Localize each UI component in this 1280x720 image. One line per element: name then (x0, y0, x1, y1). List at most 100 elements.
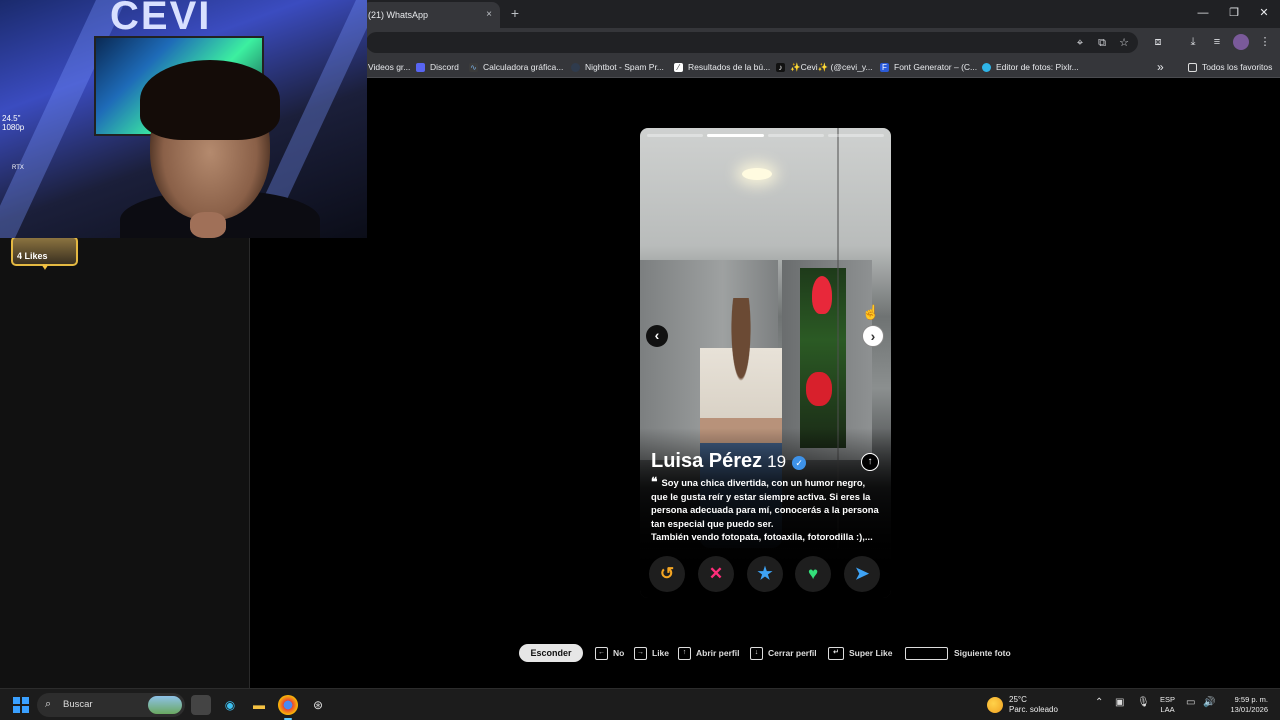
arrow-left-key-icon: ← (595, 646, 608, 660)
profile-card[interactable]: ‹ › ☝ Luisa Pérez 19 ✓ ↑ ❝ Soy una chica … (640, 128, 891, 598)
webcam-overlay: CEVI 24.5" 1080p RTX (0, 0, 367, 238)
taskbar: ⌕ Buscar ◉ ▬ ⊛ 25°C Parc. soleado ⌃ ▣ 🎙 … (0, 688, 1280, 720)
like-button[interactable]: ♥ (795, 556, 831, 592)
bio-line: ❝ Soy una chica divertida, con un humor n… (651, 475, 883, 490)
weather-text: 25°C Parc. soleado (1009, 695, 1058, 715)
volume-icon[interactable]: 🔊 (1203, 697, 1215, 708)
shortcut-close-profile: ↓ Cerrar perfil (750, 646, 817, 660)
weather-temp: 25°C (1009, 695, 1027, 704)
close-window-icon[interactable]: ✕ (1249, 4, 1279, 22)
shortcut-super-like: ↵ Super Like (828, 646, 892, 660)
more-bookmarks-button[interactable]: » (1157, 60, 1164, 74)
monitor-size: 24.5" (2, 114, 21, 123)
chrome-icon[interactable] (278, 695, 298, 720)
language-indicator[interactable]: ESP LAA (1160, 695, 1175, 715)
bookmark-label: Videos gr... (368, 62, 411, 72)
tray-app-icon[interactable]: ▣ (1115, 697, 1124, 708)
ceiling-light (742, 168, 772, 180)
boost-button[interactable]: ➤ (844, 556, 880, 592)
edge-icon[interactable]: ◉ (220, 695, 240, 715)
results-icon: ⁄ (674, 62, 683, 72)
shortcut-next-photo: Siguiente foto (905, 646, 1011, 660)
star-icon: ★ (757, 564, 773, 583)
hide-shortcuts-button[interactable]: Esconder (519, 644, 583, 662)
rewind-icon: ↺ (659, 564, 675, 583)
restore-icon[interactable]: ❐ (1219, 4, 1249, 22)
obs-icon[interactable]: ⊛ (308, 695, 328, 715)
bookmark-label: Discord (430, 62, 459, 72)
super-like-button[interactable]: ★ (747, 556, 783, 592)
menu-dots-icon[interactable]: ⋮ (1257, 34, 1273, 50)
extensions-icon[interactable]: ⧈ (1150, 34, 1166, 50)
rewind-button[interactable]: ↺ (649, 556, 685, 592)
bio-line: que le gusta reír y estar siempre activa… (651, 490, 871, 502)
previous-photo-button[interactable]: ‹ (646, 325, 668, 347)
arrow-down-key-icon: ↓ (750, 646, 763, 660)
shortcut-no: ← No (595, 646, 624, 660)
discord-icon (416, 62, 425, 72)
pixlr-icon (982, 62, 991, 72)
search-icon: ⌕ (45, 698, 52, 710)
task-view-icon[interactable] (191, 695, 211, 715)
open-profile-button[interactable]: ↑ (861, 453, 879, 471)
new-tab-button[interactable]: + (506, 4, 524, 22)
bookmark-star-icon[interactable]: ☆ (1116, 35, 1132, 51)
windows-start-icon[interactable] (13, 697, 29, 713)
tab-title: (21) WhatsApp (368, 10, 429, 20)
bookmark-item[interactable]: Videos gr... (368, 60, 410, 74)
minimize-icon[interactable]: — (1188, 4, 1218, 22)
bio-text: Soy una chica divertida, con un humor ne… (661, 477, 866, 488)
send-icon: ➤ (854, 564, 870, 583)
bookmark-item[interactable]: Nightbot - Spam Pr... (571, 60, 664, 74)
install-app-icon[interactable]: ⧉ (1094, 35, 1110, 51)
screen: (21) WhatsApp × + — ❐ ✕ ⌖ ⧉ ☆ ⧈ ⤓ ≡ ⋮ Vi… (0, 0, 1280, 720)
bookmark-item[interactable]: ∿ Calculadora gráfica... (469, 60, 563, 74)
bookmark-item[interactable]: F Font Generator – (C... (880, 60, 977, 74)
nope-button[interactable]: ✕ (698, 556, 734, 592)
weather-widget[interactable]: 25°C Parc. soleado (987, 695, 1058, 715)
shortcut-open-profile: ↑ Abrir perfil (678, 646, 739, 660)
profile-name: Luisa Pérez (651, 450, 763, 472)
shortcut-label: Siguiente foto (954, 648, 1011, 658)
bookmark-label: Font Generator – (C... (894, 62, 978, 72)
profile-avatar[interactable] (1233, 34, 1249, 50)
x-icon: ✕ (708, 564, 724, 583)
shortcut-label: Like (652, 648, 670, 658)
microphone-icon[interactable]: 🎙 (1137, 697, 1150, 708)
streamer-hair (140, 60, 280, 140)
tab-whatsapp[interactable]: (21) WhatsApp × (362, 2, 500, 28)
show-hidden-icons[interactable]: ⌃ (1095, 697, 1103, 708)
name-row: Luisa Pérez 19 ✓ (651, 450, 807, 476)
file-explorer-icon[interactable]: ▬ (249, 695, 269, 715)
media-control-icon[interactable]: ≡ (1209, 34, 1225, 50)
bookmark-item[interactable]: ⁄ Resultados de la bú... (674, 60, 770, 74)
next-photo-button[interactable]: › (862, 325, 884, 347)
gpu-box-label: RTX (12, 165, 24, 171)
photo-progress-segment (707, 134, 764, 137)
location-icon[interactable]: ⌖ (1072, 35, 1088, 51)
tab-close-icon[interactable]: × (486, 2, 492, 28)
search-placeholder: Buscar (63, 699, 93, 710)
gold-heart-icon: ♥ (42, 262, 48, 273)
shortcut-like: → Like (634, 646, 669, 660)
all-favorites-label: Todos los favoritos (1202, 62, 1273, 72)
nightbot-icon (571, 62, 580, 72)
bookmark-item[interactable]: Editor de fotos: Pixlr... (982, 60, 1079, 74)
network-icon[interactable]: ▭ (1186, 697, 1195, 708)
shortcut-label: Super Like (849, 648, 893, 658)
all-favorites-button[interactable]: Todos los favoritos (1188, 60, 1272, 74)
photo-progress-segment (827, 134, 884, 137)
language-code: ESP (1160, 695, 1176, 704)
taskbar-search[interactable]: ⌕ Buscar (37, 693, 185, 717)
bookmark-item[interactable]: ♪ ✨Cevi✨ (@cevi_y... (776, 60, 873, 74)
omnibox[interactable]: ⌖ ⧉ ☆ (366, 32, 1138, 53)
profile-bio: ❝ Soy una chica divertida, con un humor n… (651, 475, 883, 544)
bio-line: persona adecuada para mí, conocerás a la… (651, 504, 879, 516)
search-highlight-image (148, 696, 182, 714)
red-flower (812, 276, 832, 314)
bookmark-label: Resultados de la bú... (688, 62, 771, 72)
download-icon[interactable]: ⤓ (1185, 34, 1201, 50)
bookmark-item[interactable]: Discord (416, 60, 459, 74)
keyboard-layout: LAA (1160, 705, 1175, 714)
system-clock[interactable]: 9:59 p. m. 13/01/2026 (1222, 695, 1268, 715)
